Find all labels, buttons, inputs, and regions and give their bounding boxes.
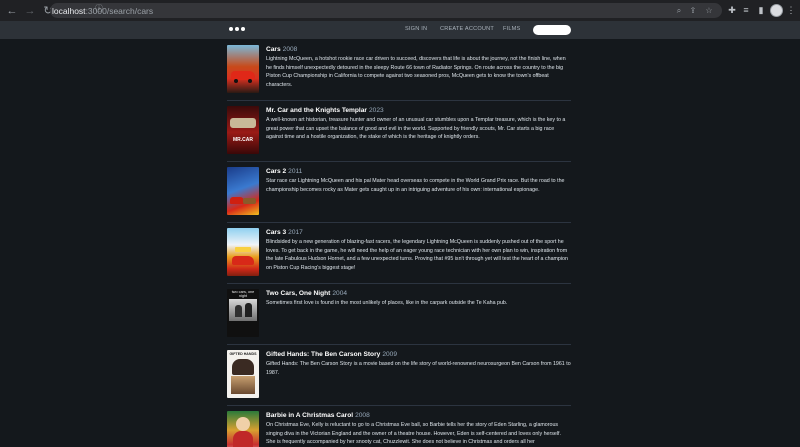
movie-poster[interactable] [227, 167, 259, 215]
movie-overview: Sometimes first love is found in the mos… [266, 300, 508, 306]
forward-arrow-icon[interactable]: → [22, 3, 38, 19]
movie-overview: On Christmas Eve, Kelly is reluctant to … [266, 422, 561, 446]
movie-info: Cars 3 2017 Blindsided by a new generatio… [266, 228, 571, 272]
movie-info: Two Cars, One Night 2004 Sometimes first … [266, 289, 571, 308]
movie-year: 2023 [369, 107, 384, 114]
movie-title-row: Gifted Hands: The Ben Carson Story 2009 [266, 350, 571, 359]
url-host: localhost [52, 5, 86, 16]
address-bar[interactable]: ⓘ localhost:3000/search/cars ⌕ ⇪ ☆ [50, 3, 722, 18]
reading-list-icon[interactable]: ≡ [739, 3, 753, 18]
movie-overview: Gifted Hands: The Ben Carson Story is a … [266, 361, 571, 376]
movie-info: Cars 2008 Lightning McQueen, a hotshot ro… [266, 45, 571, 89]
movie-title-row: Barbie in A Christmas Carol 2008 [266, 411, 571, 420]
movie-overview: Star race car Lightning McQueen and his … [266, 178, 565, 193]
movie-title[interactable]: Cars 2 [266, 168, 286, 175]
movie-poster[interactable]: two cars, one night [227, 289, 259, 337]
extensions-icon[interactable]: ✚ [725, 3, 739, 18]
list-item[interactable]: MR.CAR Mr. Car and the Knights Templar 20… [227, 106, 571, 162]
movie-poster[interactable] [227, 45, 259, 93]
browser-toolbar: ← → ↻ ⓘ localhost:3000/search/cars ⌕ ⇪ ☆… [0, 0, 800, 21]
side-panel-icon[interactable]: ▮ [754, 3, 768, 18]
bookmark-star-icon[interactable]: ☆ [704, 5, 714, 16]
poster-title: two cars, one night [231, 290, 255, 298]
poster-title: MR.CAR [233, 137, 253, 143]
search-results: Cars 2008 Lightning McQueen, a hotshot ro… [0, 39, 800, 447]
movie-title[interactable]: Gifted Hands: The Ben Carson Story [266, 351, 380, 358]
movie-info: Cars 2 2011 Star race car Lightning McQue… [266, 167, 571, 194]
movie-overview: A well-known art historian, treasure hun… [266, 117, 566, 141]
movie-year: 2008 [355, 412, 370, 419]
movie-title[interactable]: Two Cars, One Night [266, 290, 330, 297]
movie-info: Barbie in A Christmas Carol 2008 On Chris… [266, 411, 571, 447]
list-item[interactable]: Cars 2008 Lightning McQueen, a hotshot ro… [227, 45, 571, 101]
back-arrow-icon[interactable]: ← [4, 3, 20, 19]
movie-title[interactable]: Barbie in A Christmas Carol [266, 412, 353, 419]
list-item[interactable]: Cars 2 2011 Star race car Lightning McQue… [227, 167, 571, 223]
films-link[interactable]: FILMS [503, 26, 520, 32]
share-icon[interactable]: ⇪ [688, 5, 698, 16]
menu-kebab-icon[interactable]: ⋮ [784, 3, 798, 18]
poster-title: GIFTED HANDS [229, 352, 257, 356]
movie-info: Mr. Car and the Knights Templar 2023 A we… [266, 106, 571, 142]
list-item[interactable]: Cars 3 2017 Blindsided by a new generatio… [227, 228, 571, 284]
list-item[interactable]: Barbie in A Christmas Carol 2008 On Chris… [227, 411, 571, 447]
movie-poster[interactable] [227, 228, 259, 276]
sign-in-link[interactable]: SIGN IN [405, 26, 427, 32]
movie-overview: Blindsided by a new generation of blazin… [266, 239, 568, 271]
movie-year: 2017 [288, 229, 303, 236]
movie-poster[interactable]: MR.CAR [227, 106, 259, 154]
movie-title-row: Cars 2 2011 [266, 167, 571, 176]
movie-title-row: Two Cars, One Night 2004 [266, 289, 571, 298]
movie-info: Gifted Hands: The Ben Carson Story 2009 G… [266, 350, 571, 377]
movie-title[interactable]: Cars [266, 46, 281, 53]
movie-title-row: Cars 2008 [266, 45, 571, 54]
site-header: SIGN IN CREATE ACCOUNT FILMS [0, 21, 800, 39]
site-logo[interactable] [229, 27, 245, 31]
search-input[interactable] [533, 25, 571, 35]
list-item[interactable]: two cars, one night Two Cars, One Night 2… [227, 289, 571, 345]
movie-title[interactable]: Cars 3 [266, 229, 286, 236]
list-item[interactable]: GIFTED HANDS Gifted Hands: The Ben Carso… [227, 350, 571, 406]
site-info-icon[interactable]: ⓘ [95, 3, 105, 14]
movie-title[interactable]: Mr. Car and the Knights Templar [266, 107, 367, 114]
movie-year: 2004 [332, 290, 348, 297]
movie-year: 2009 [382, 351, 397, 358]
zoom-icon[interactable]: ⌕ [674, 5, 684, 16]
create-account-link[interactable]: CREATE ACCOUNT [440, 26, 494, 32]
profile-avatar[interactable] [770, 4, 783, 17]
movie-overview: Lightning McQueen, a hotshot rookie race… [266, 56, 566, 88]
movie-poster[interactable] [227, 411, 259, 447]
movie-poster[interactable]: GIFTED HANDS [227, 350, 259, 398]
movie-title-row: Cars 3 2017 [266, 228, 571, 237]
movie-year: 2011 [288, 168, 303, 175]
movie-title-row: Mr. Car and the Knights Templar 2023 [266, 106, 571, 115]
movie-year: 2008 [282, 46, 298, 53]
